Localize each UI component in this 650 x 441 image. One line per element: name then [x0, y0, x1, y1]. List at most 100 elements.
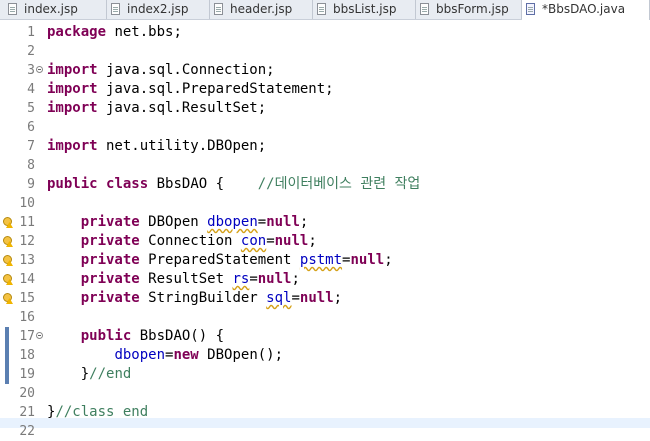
jsp-file-icon [317, 3, 326, 15]
line-code[interactable]: private Connection con=null; [47, 232, 317, 251]
code-token: BbsDAO() { [131, 328, 225, 344]
line-number: 16 [19, 310, 35, 325]
code-line: 21 }//class end [0, 403, 650, 422]
line-number: 21 [19, 405, 35, 420]
comment-token: //데이터베이스 관련 작업 [257, 176, 421, 192]
code-line: 18 dbopen=new DBOpen(); [0, 346, 650, 365]
line-code[interactable]: private PreparedStatement pstmt=null; [47, 251, 393, 270]
line-code[interactable]: public class BbsDAO { //데이터베이스 관련 작업 [47, 175, 420, 194]
line-number: 5 [27, 101, 35, 116]
fold-toggle-icon[interactable] [36, 66, 43, 73]
code-token: ; [384, 252, 393, 268]
line-code[interactable]: import java.sql.Connection; [47, 61, 275, 80]
code-token: java.sql.PreparedStatement; [97, 81, 334, 97]
code-token: net.bbs; [106, 24, 182, 40]
tab-header-jsp[interactable]: header.jsp [210, 0, 313, 19]
code-line: 3 import java.sql.Connection; [0, 61, 650, 80]
line-code[interactable]: import net.utility.DBOpen; [47, 137, 266, 156]
line-number: 20 [19, 386, 35, 401]
line-number: 22 [19, 424, 35, 439]
code-token: DBOpen [139, 214, 208, 230]
keyword-token: null [350, 252, 385, 268]
code-line: 14 private ResultSet rs=null; [0, 270, 650, 289]
code-line: 4 import java.sql.PreparedStatement; [0, 80, 650, 99]
warning-lightbulb-icon[interactable] [3, 255, 13, 266]
tab-label: *BbsDAO.java [542, 2, 626, 16]
line-number: 13 [19, 253, 35, 268]
field-token: rs [232, 271, 250, 287]
line-number: 15 [19, 291, 35, 306]
line-number: 18 [19, 348, 35, 363]
tab-bbsdao-java[interactable]: *BbsDAO.java [522, 0, 650, 20]
code-line: 12 private Connection con=null; [0, 232, 650, 251]
line-number: 4 [27, 82, 35, 97]
line-number: 2 [27, 44, 35, 59]
line-number: 8 [27, 158, 35, 173]
code-token: java.sql.ResultSet; [97, 100, 267, 116]
code-token: ; [308, 233, 317, 249]
code-token: StringBuilder [139, 290, 267, 306]
code-line: 20 [0, 384, 650, 403]
tab-bbsform-jsp[interactable]: bbsForm.jsp [416, 0, 522, 19]
line-code[interactable]: private StringBuilder sql=null; [47, 289, 342, 308]
tab-index-jsp[interactable]: index.jsp [4, 0, 107, 19]
line-code[interactable]: package net.bbs; [47, 23, 182, 42]
code-line: 16 [0, 308, 650, 327]
tab-label: index2.jsp [127, 2, 189, 16]
code-line: 17 public BbsDAO() { [0, 327, 650, 346]
keyword-token: private [80, 214, 140, 230]
line-code[interactable]: dbopen=new DBOpen(); [47, 346, 283, 365]
field-token: sql [266, 290, 292, 306]
keyword-token: import [47, 81, 98, 97]
field-token: dbopen [207, 214, 258, 230]
jsp-file-icon [420, 3, 429, 15]
line-code[interactable]: import java.sql.ResultSet; [47, 99, 266, 118]
line-code[interactable]: public BbsDAO() { [47, 327, 224, 346]
code-editor[interactable]: 1 package net.bbs; 2 3 import java.sql.Conne… [0, 20, 650, 439]
code-token: ; [299, 214, 309, 230]
line-code[interactable]: private DBOpen dbopen=null; [47, 213, 309, 232]
keyword-token: null [257, 271, 292, 287]
comment-token: //end [89, 366, 132, 382]
keyword-token: private [80, 290, 140, 306]
fold-toggle-icon[interactable] [36, 332, 43, 339]
line-code[interactable]: }//end [47, 365, 132, 384]
keyword-token: class [106, 176, 149, 192]
code-token: PreparedStatement [139, 252, 300, 268]
code-token: = [257, 214, 267, 230]
tab-bbslist-jsp[interactable]: bbsList.jsp [313, 0, 416, 19]
line-code[interactable]: }//class end [47, 403, 148, 422]
line-code[interactable]: import java.sql.PreparedStatement; [47, 80, 334, 99]
code-token: = [249, 271, 258, 287]
line-number: 7 [27, 139, 35, 154]
keyword-token: null [266, 214, 300, 230]
warning-lightbulb-icon[interactable] [3, 274, 13, 285]
code-token: DBOpen(); [198, 347, 284, 363]
code-line: 2 [0, 42, 650, 61]
line-code[interactable]: private ResultSet rs=null; [47, 270, 300, 289]
line-number: 6 [27, 120, 35, 135]
keyword-token: private [80, 233, 140, 249]
keyword-token: import [47, 100, 98, 116]
line-number: 9 [27, 177, 35, 192]
code-line: 7 import net.utility.DBOpen; [0, 137, 650, 156]
tab-index2-jsp[interactable]: index2.jsp [107, 0, 210, 19]
line-number: 14 [19, 272, 35, 287]
warning-lightbulb-icon[interactable] [3, 236, 13, 247]
keyword-token: public [80, 328, 132, 344]
field-token: pstmt [299, 252, 343, 268]
editor-tab-bar: index.jsp index2.jsp header.jsp bbsList.jsp… [0, 0, 650, 20]
code-line: 9 public class BbsDAO { //데이터베이스 관련 작업 [0, 175, 650, 194]
code-token: } [47, 366, 90, 382]
warning-lightbulb-icon[interactable] [3, 293, 13, 304]
code-token: Connection [139, 233, 241, 249]
code-line: 15 private StringBuilder sql=null; [0, 289, 650, 308]
warning-lightbulb-icon[interactable] [3, 217, 13, 228]
code-line: 6 [0, 118, 650, 137]
code-token: ResultSet [139, 271, 233, 287]
